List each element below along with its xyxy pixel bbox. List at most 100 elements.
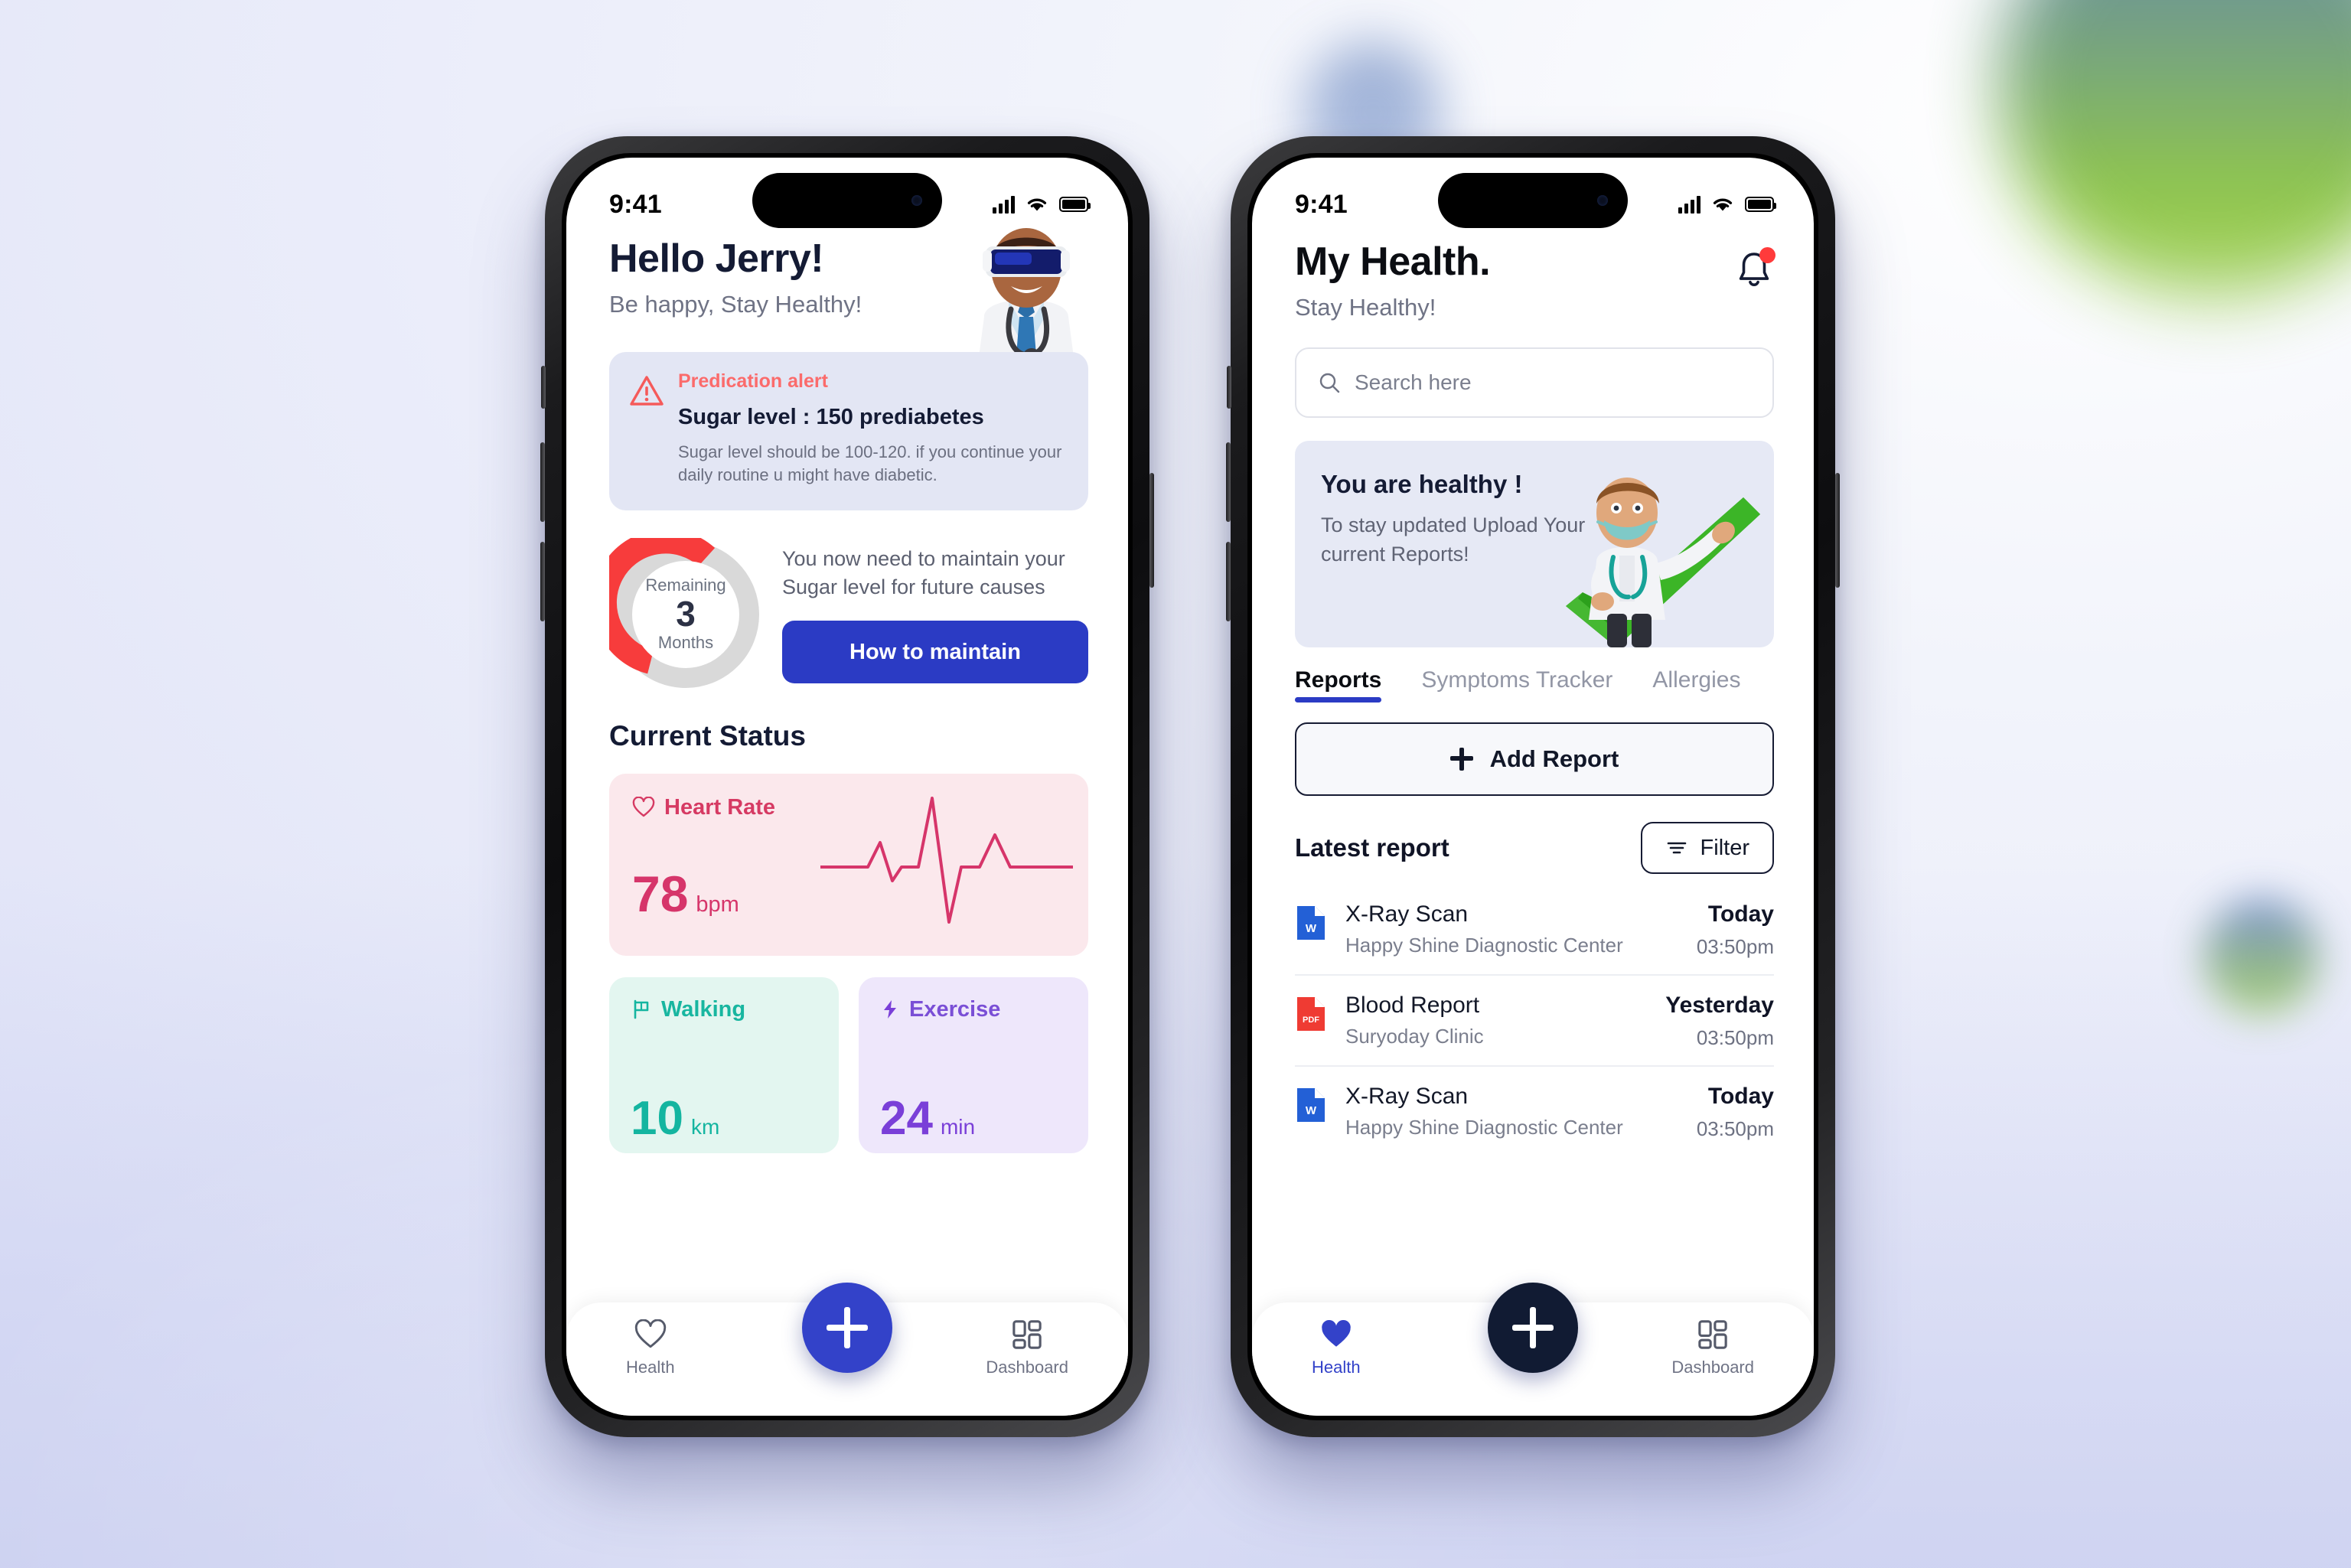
exercise-label: Exercise	[909, 996, 1001, 1022]
remaining-donut-chart: Remaining 3 Months	[609, 537, 762, 691]
silence-switch[interactable]	[1227, 366, 1231, 409]
heart-rate-value: 78	[632, 865, 689, 922]
dashboard-grid-icon	[1012, 1320, 1042, 1349]
battery-icon	[1745, 197, 1776, 212]
volume-up-button[interactable]	[1226, 442, 1231, 522]
tab-allergies[interactable]: Allergies	[1652, 667, 1740, 703]
notifications-button[interactable]	[1734, 247, 1775, 291]
screen-home: 9:41 Hello Jerry! Be happy, Stay Healthy…	[566, 158, 1128, 1416]
report-name: X-Ray Scan	[1345, 901, 1469, 927]
donut-label: Remaining	[645, 575, 726, 595]
warning-triangle-icon	[629, 373, 664, 487]
page-title: My Health.	[1295, 240, 1491, 284]
svg-text:W: W	[1306, 922, 1317, 935]
background-blob-green-topright	[1999, 0, 2351, 298]
wifi-icon	[1713, 198, 1733, 211]
alert-description: Sugar level should be 100-120. if you co…	[678, 442, 1062, 485]
filter-icon	[1667, 842, 1686, 854]
tab-dashboard-label: Dashboard	[986, 1358, 1068, 1377]
word-document-icon: W	[1295, 905, 1330, 941]
report-day: Today	[1707, 901, 1774, 927]
heart-rate-value-block: 78 bpm	[632, 869, 739, 919]
exercise-label-row: Exercise	[880, 997, 1067, 1022]
tab-health[interactable]: Health	[626, 1319, 675, 1377]
page-subtitle: Stay Healthy!	[1295, 294, 1436, 321]
reports-header: My Health. Stay Healthy!	[1295, 239, 1775, 321]
latest-report-title: Latest report	[1295, 833, 1449, 862]
cellular-signal-icon	[1678, 195, 1700, 214]
report-place: Happy Shine Diagnostic Center	[1345, 934, 1623, 957]
filter-button[interactable]: Filter	[1640, 822, 1774, 874]
list-item-main: X-Ray Scan Happy Shine Diagnostic Center	[1345, 901, 1681, 957]
volume-down-button[interactable]	[540, 542, 545, 621]
page-background	[0, 0, 2351, 1568]
phone-bezel: 9:41 Hello Jerry! Be happy, Stay Healthy…	[562, 153, 1133, 1420]
list-item[interactable]: W X-Ray Scan Happy Shine Diagnostic Cent…	[1295, 1067, 1774, 1156]
svg-text:W: W	[1306, 1104, 1317, 1117]
heart-outline-icon	[634, 1319, 666, 1348]
reports-tabs: Reports Symptoms Tracker Allergies	[1295, 667, 1774, 703]
notification-badge-dot	[1759, 247, 1775, 263]
filter-label: Filter	[1700, 835, 1749, 860]
dashboard-grid-icon	[1698, 1320, 1727, 1349]
list-item-main: X-Ray Scan Happy Shine Diagnostic Center	[1345, 1084, 1681, 1139]
heart-rate-card[interactable]: Heart Rate 78 bpm	[609, 773, 1088, 956]
report-list: W X-Ray Scan Happy Shine Diagnostic Cent…	[1295, 885, 1774, 1156]
status-indicators	[1678, 195, 1776, 214]
list-item-meta: Today 03:50pm	[1697, 1084, 1774, 1141]
add-fab-button[interactable]	[1488, 1283, 1578, 1373]
report-time: 03:50pm	[1696, 1117, 1774, 1140]
exercise-unit: min	[940, 1114, 976, 1139]
search-bar[interactable]: Search here	[1295, 347, 1774, 418]
report-day: Yesterday	[1665, 993, 1774, 1018]
reports-content: My Health. Stay Healthy! Search here You…	[1252, 231, 1814, 1156]
report-place: Suryoday Clinic	[1345, 1025, 1484, 1048]
volume-down-button[interactable]	[1226, 542, 1231, 621]
tab-dashboard[interactable]: Dashboard	[1671, 1319, 1754, 1377]
tab-reports[interactable]: Reports	[1295, 667, 1382, 703]
tab-symptoms-tracker[interactable]: Symptoms Tracker	[1421, 667, 1612, 703]
word-document-icon: W	[1295, 1087, 1330, 1123]
remaining-message-block: You now need to maintain your Sugar leve…	[782, 545, 1088, 684]
alert-label: Predication alert	[678, 370, 828, 392]
tab-health-label: Health	[626, 1358, 675, 1377]
list-item-main: Blood Report Suryoday Clinic	[1345, 993, 1650, 1048]
power-button[interactable]	[1835, 473, 1840, 588]
add-report-button[interactable]: Add Report	[1295, 722, 1774, 796]
walking-value-block: 10 km	[631, 1091, 719, 1145]
lightning-bolt-icon	[884, 1000, 896, 1019]
report-time: 03:50pm	[1696, 935, 1774, 958]
exercise-card[interactable]: Exercise 24 min	[859, 976, 1088, 1153]
exercise-value-block: 24 min	[880, 1091, 976, 1145]
report-day: Today	[1707, 1084, 1774, 1109]
walking-card[interactable]: Walking 10 km	[609, 976, 839, 1153]
list-item-meta: Today 03:50pm	[1697, 901, 1774, 959]
silence-switch[interactable]	[541, 366, 546, 409]
alert-headline: Sugar level : 150 prediabetes	[678, 405, 984, 429]
prediction-alert-card[interactable]: Predication alert Sugar level : 150 pred…	[609, 352, 1088, 510]
home-content: Hello Jerry! Be happy, Stay Healthy! Pre…	[566, 228, 1128, 1153]
status-time: 9:41	[609, 189, 662, 219]
healthy-banner-card[interactable]: You are healthy ! To stay updated Upload…	[1295, 441, 1774, 647]
exercise-value: 24	[880, 1091, 933, 1145]
activity-cards-row: Walking 10 km Exercise 24 min	[609, 976, 1088, 1153]
doctor-green-checkmark-illustration	[1566, 478, 1760, 647]
list-item[interactable]: PDF Blood Report Suryoday Clinic Yesterd…	[1295, 976, 1774, 1067]
heart-rate-unit: bpm	[696, 892, 739, 917]
search-input[interactable]: Search here	[1355, 370, 1472, 395]
how-to-maintain-button[interactable]: How to maintain	[782, 621, 1088, 684]
dynamic-island	[1438, 173, 1628, 228]
report-name: Blood Report	[1345, 993, 1480, 1018]
list-item[interactable]: W X-Ray Scan Happy Shine Diagnostic Cent…	[1295, 885, 1774, 976]
volume-up-button[interactable]	[540, 442, 545, 522]
report-time: 03:50pm	[1696, 1026, 1774, 1049]
tab-dashboard-label: Dashboard	[1671, 1358, 1754, 1377]
add-fab-button[interactable]	[802, 1283, 892, 1373]
walking-value: 10	[631, 1091, 683, 1145]
tab-health[interactable]: Health	[1312, 1319, 1361, 1377]
tab-health-label: Health	[1312, 1358, 1361, 1377]
list-item-meta: Yesterday 03:50pm	[1665, 993, 1774, 1050]
report-name: X-Ray Scan	[1345, 1084, 1469, 1109]
tab-dashboard[interactable]: Dashboard	[986, 1319, 1068, 1377]
power-button[interactable]	[1149, 473, 1154, 588]
